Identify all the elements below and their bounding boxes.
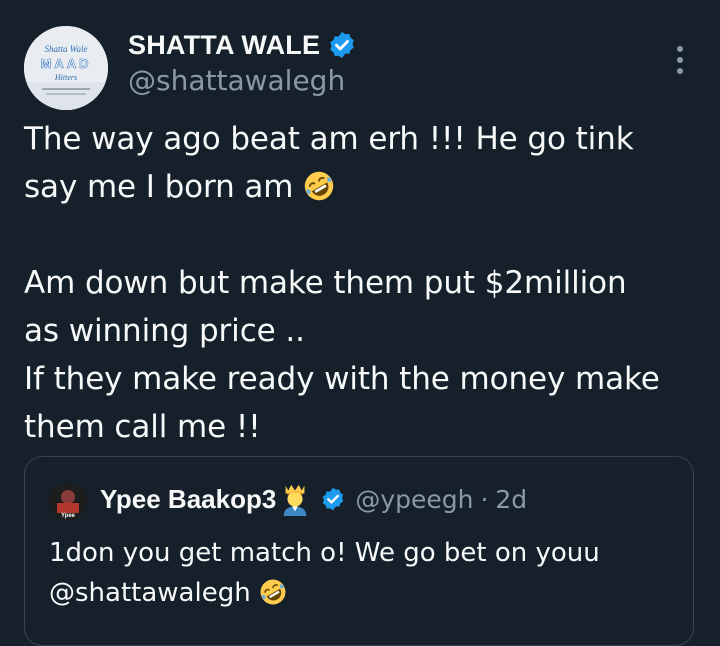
tweet-text: The way ago beat am erh !!! He go tink s… [24, 115, 704, 451]
quoted-tweet[interactable]: Ypee Ypee Baakop3 @ypeegh · 2d 1don you … [24, 456, 694, 646]
quoted-line: 1don you get match o! We go bet on youu [49, 538, 600, 568]
avatar-text-bottom: Hitters [54, 73, 77, 82]
tweet-line: If they make ready with the money make [24, 361, 660, 397]
rolling-on-floor-laughing-emoji [304, 171, 334, 201]
avatar-text-top: Shatta Wale [45, 44, 88, 54]
more-vertical-icon [677, 46, 683, 52]
verified-badge-icon [323, 487, 344, 511]
quoted-header: Ypee Baakop3 @ypeegh · 2d [100, 479, 527, 519]
tweet-line: The way ago beat am erh !!! He go tink [24, 121, 634, 157]
tweet-line: say me I born am [24, 169, 294, 205]
more-dot [677, 57, 683, 63]
quoted-separator: · [480, 484, 489, 514]
quoted-mention[interactable]: @shattawalegh [49, 578, 251, 608]
quoted-display-name[interactable]: Ypee Baakop3 [100, 484, 276, 515]
author-avatar[interactable]: Shatta Wale MAAD Hitters [24, 26, 108, 110]
quoted-avatar-text: Ypee [61, 513, 76, 519]
rolling-on-floor-laughing-emoji [260, 579, 286, 605]
quoted-text: 1don you get match o! We go bet on youu … [49, 533, 689, 613]
prince-emoji [283, 484, 307, 516]
verified-badge-icon [330, 31, 354, 59]
tweet-line: as winning price .. [24, 313, 305, 349]
quoted-handle[interactable]: @ypeegh [355, 485, 473, 514]
author-display-name[interactable]: SHATTA WALE [128, 28, 357, 62]
quoted-author-avatar[interactable]: Ypee [49, 483, 87, 521]
author-name-text[interactable]: SHATTA WALE [128, 28, 320, 62]
avatar-text-mid: MAAD [41, 56, 92, 71]
author-handle[interactable]: @shattawalegh [128, 64, 345, 98]
more-options-button[interactable] [668, 44, 692, 76]
tweet-line: Am down but make them put $2million [24, 265, 627, 301]
tweet-line: them call me !! [24, 409, 261, 445]
more-dot [677, 68, 683, 74]
quoted-timestamp[interactable]: 2d [495, 485, 527, 514]
